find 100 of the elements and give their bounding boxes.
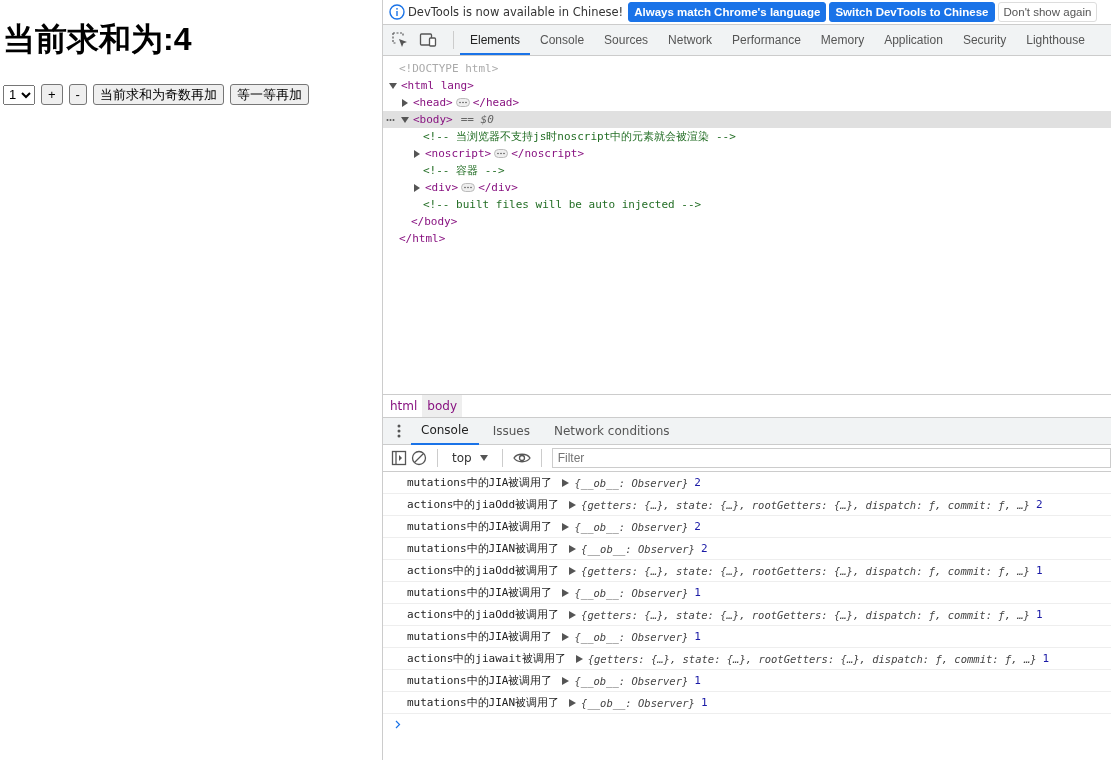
ellipsis-icon[interactable] — [494, 149, 509, 158]
log-message: mutations中的JIA被调用了 — [407, 585, 553, 600]
devtools-tab[interactable]: Performance — [722, 25, 811, 55]
expand-triangle-icon[interactable] — [562, 522, 570, 531]
page-button[interactable]: - — [68, 84, 87, 105]
devtools-tab[interactable]: Memory — [810, 25, 875, 55]
expand-triangle-icon[interactable] — [562, 588, 570, 597]
expand-triangle-icon[interactable] — [562, 676, 570, 685]
collapsed-triangle-icon[interactable] — [413, 149, 421, 158]
page-button[interactable]: 等一等再加 — [229, 84, 309, 105]
log-message: mutations中的JIAN被调用了 — [407, 541, 560, 556]
expanded-triangle-icon[interactable] — [401, 115, 409, 124]
expand-triangle-icon[interactable] — [562, 632, 570, 641]
log-value: 1 — [694, 630, 701, 643]
ellipsis-icon[interactable] — [461, 183, 476, 192]
html-tag: </noscript> — [511, 147, 585, 160]
html-tag: </html> — [399, 232, 446, 245]
selected-marker: == $0 — [460, 113, 494, 126]
log-value: 1 — [694, 674, 701, 687]
ellipsis-icon[interactable] — [455, 98, 470, 107]
html-comment: <!-- 当浏览器不支持js时noscript中的元素就会被渲染 --> — [423, 129, 736, 144]
page-button[interactable]: + — [41, 84, 63, 105]
expand-triangle-icon[interactable] — [569, 698, 577, 707]
log-message: mutations中的JIA被调用了 — [407, 629, 553, 644]
html-tag[interactable]: <noscript> — [425, 147, 492, 160]
log-message: actions中的jiawait被调用了 — [407, 651, 566, 666]
info-icon — [389, 4, 405, 20]
object-preview[interactable]: {__ob__: Observer} — [574, 520, 689, 533]
sidebar-icon[interactable] — [391, 450, 407, 466]
log-value: 1 — [1035, 564, 1043, 577]
devtools-tab[interactable]: Security — [952, 25, 1017, 55]
inspect-icon[interactable] — [391, 31, 409, 49]
html-comment: <!-- built files will be auto injected --> — [423, 198, 702, 211]
devtools-tab[interactable]: Application — [874, 25, 953, 55]
html-tag[interactable]: <html lang> — [401, 79, 474, 92]
object-preview[interactable]: {__ob__: Observer} — [574, 586, 689, 599]
drawer-tab[interactable]: Issues — [482, 418, 540, 444]
breadcrumb[interactable]: html — [385, 395, 423, 417]
banner-button[interactable]: Don't show again — [997, 2, 1098, 22]
sum-heading: 当前求和为:4 — [3, 20, 193, 59]
html-tag: </body> — [411, 215, 458, 228]
collapsed-triangle-icon[interactable] — [401, 98, 409, 107]
html-tag[interactable]: <div> — [425, 181, 459, 194]
html-tag[interactable]: <head> — [413, 96, 453, 109]
object-preview[interactable]: {__ob__: Observer} — [581, 542, 695, 555]
object-preview[interactable]: {getters: {…}, state: {…}, rootGetters: {…}, dispatch: ƒ, commit: ƒ, …} — [581, 564, 1030, 577]
expand-triangle-icon[interactable] — [569, 544, 577, 553]
breadcrumb[interactable]: body — [422, 395, 463, 417]
object-preview[interactable]: {getters: {…}, state: {…}, rootGetters: {…}, dispatch: ƒ, commit: ƒ, …} — [581, 498, 1030, 511]
page-button[interactable]: 当前求和为奇数再加 — [92, 84, 224, 105]
expand-triangle-icon[interactable] — [562, 478, 570, 487]
drawer-tab[interactable]: Network conditions — [543, 418, 680, 444]
expand-triangle-icon[interactable] — [569, 566, 577, 575]
drawer-tab[interactable]: Console — [411, 417, 479, 445]
html-comment: <!-- 容器 --> — [423, 163, 505, 178]
log-value: 2 — [1035, 498, 1043, 511]
log-message: mutations中的JIAN被调用了 — [407, 695, 560, 710]
html-tag[interactable]: <body> — [413, 113, 453, 126]
doctype: <!DOCTYPE html> — [399, 62, 499, 75]
log-message: mutations中的JIA被调用了 — [407, 475, 553, 490]
collapsed-triangle-icon[interactable] — [413, 183, 421, 192]
devtools-tab[interactable]: Lighthouse — [1016, 25, 1095, 55]
devtools-tab[interactable]: Elements — [460, 25, 531, 55]
more-icon[interactable] — [386, 118, 395, 122]
clear-icon[interactable] — [411, 450, 427, 466]
log-value: 2 — [694, 476, 701, 489]
menu-icon[interactable] — [397, 424, 401, 438]
log-message: mutations中的JIA被调用了 — [407, 673, 553, 688]
prompt-icon[interactable] — [395, 719, 401, 729]
log-message: actions中的jiaOdd被调用了 — [407, 497, 560, 512]
log-value: 2 — [700, 542, 708, 555]
object-preview[interactable]: {getters: {…}, state: {…}, rootGetters: {…}, dispatch: ƒ, commit: ƒ, …} — [581, 608, 1030, 621]
banner-button[interactable]: Always match Chrome's language — [628, 2, 827, 22]
context-select[interactable]: top — [448, 451, 492, 465]
devtools-tab[interactable]: Sources — [594, 25, 659, 55]
devtools-tab[interactable]: Network — [658, 25, 723, 55]
log-value: 1 — [1042, 652, 1050, 665]
number-select[interactable]: 1 — [3, 84, 35, 105]
filter-field[interactable]: Filter — [551, 448, 1111, 468]
log-message: actions中的jiaOdd被调用了 — [407, 607, 560, 622]
banner-message: DevTools is now available in Chinese! — [408, 5, 624, 19]
log-value: 1 — [1035, 608, 1043, 621]
object-preview[interactable]: {__ob__: Observer} — [581, 696, 695, 709]
object-preview[interactable]: {__ob__: Observer} — [574, 674, 689, 687]
device-icon[interactable] — [419, 31, 437, 49]
expand-triangle-icon[interactable] — [569, 500, 577, 509]
eye-icon[interactable] — [512, 452, 531, 464]
expanded-triangle-icon[interactable] — [389, 81, 397, 90]
object-preview[interactable]: {__ob__: Observer} — [574, 476, 689, 489]
caret-icon — [479, 455, 488, 461]
object-preview[interactable]: {__ob__: Observer} — [574, 630, 689, 643]
log-value: 1 — [694, 586, 701, 599]
expand-triangle-icon[interactable] — [575, 654, 583, 663]
log-value: 1 — [700, 696, 708, 709]
devtools-tab[interactable]: Console — [530, 25, 595, 55]
banner-button[interactable]: Switch DevTools to Chinese — [829, 2, 995, 22]
object-preview[interactable]: {getters: {…}, state: {…}, rootGetters: {…}, dispatch: ƒ, commit: ƒ, …} — [587, 652, 1037, 665]
html-tag: </head> — [472, 96, 520, 109]
expand-triangle-icon[interactable] — [569, 610, 577, 619]
log-value: 2 — [694, 520, 701, 533]
